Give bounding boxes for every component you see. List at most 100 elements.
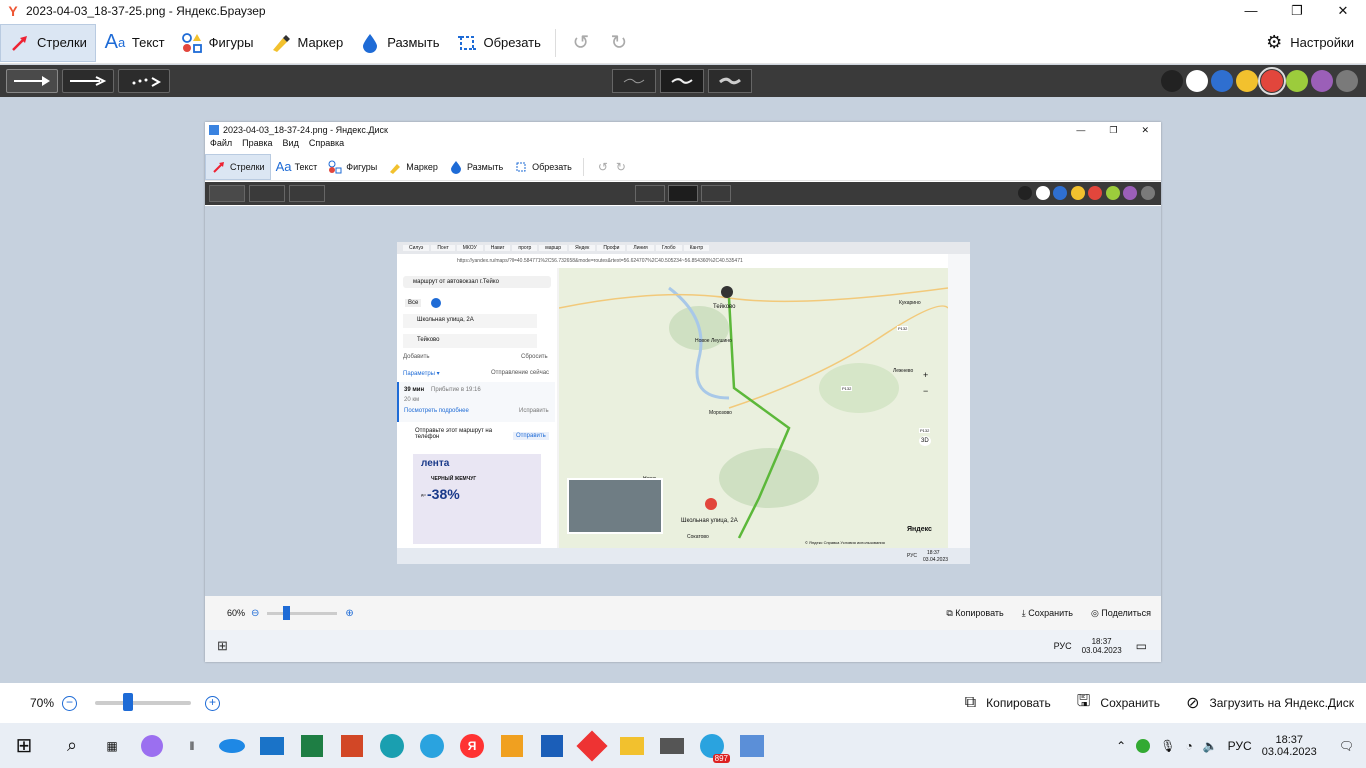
inner-toolbar: Стрелки Aa Текст Фигуры Маркер Размыть Об… [205, 153, 1161, 181]
line-thin[interactable] [612, 69, 656, 93]
tray-lang[interactable]: РУС [1228, 739, 1252, 753]
map-label-school: Школьная улица, 2А [681, 518, 738, 524]
map-brand: Яндекс [907, 526, 932, 533]
browser-tab: Кантр [683, 245, 710, 251]
tool-shapes[interactable]: Фигуры [173, 24, 262, 62]
arrow-style-solid[interactable] [6, 69, 58, 93]
taskbar-app-yandex[interactable]: Я [452, 726, 492, 766]
map-label-novoe: Новое Леушино [695, 338, 732, 344]
tool-blur[interactable]: Размыть [351, 24, 447, 62]
save-label: Сохранить [1100, 696, 1161, 710]
car-icon [431, 298, 442, 308]
alice-button[interactable] [132, 726, 172, 766]
yandex-browser-icon: Y [8, 3, 18, 19]
taskbar-app-outlook[interactable] [492, 726, 532, 766]
start-button[interactable]: ⊞ [4, 726, 44, 766]
tray-app-icon[interactable] [1136, 738, 1151, 753]
alice-icon [141, 734, 163, 757]
transport-modes: Все [405, 298, 442, 308]
zoom-out-button[interactable]: − [62, 695, 78, 711]
taskbar-app-edge[interactable] [372, 726, 412, 766]
taskbar-app-mail[interactable] [252, 726, 292, 766]
inner-time: 18:37 [1091, 637, 1112, 646]
browser-tab: Профи [597, 245, 626, 251]
inner-tool-marker: Маркер [382, 154, 443, 180]
tool-text[interactable]: Aa Текст [96, 24, 173, 62]
taskbar-app-powerpoint[interactable] [332, 726, 372, 766]
zoom-slider[interactable] [95, 693, 192, 711]
taskbar-app-telegram-2[interactable]: 897 [692, 726, 732, 766]
copy-label: Копировать [986, 696, 1051, 710]
settings-button[interactable]: ⚙ Настройки [1266, 32, 1354, 53]
taskbar-app-anydesk[interactable] [572, 726, 612, 766]
tray-chevron-up-icon[interactable]: ⌃ [1116, 739, 1126, 753]
panorama-preview [567, 478, 663, 534]
search-button[interactable]: ⌕ [52, 726, 92, 766]
windows-start-icon: ⊞ [15, 735, 33, 757]
copy-button[interactable]: ⧉ Копировать [965, 694, 1051, 712]
taskbar-app-screenshot[interactable] [732, 726, 772, 766]
map-label-morozovo: Морозово [709, 410, 732, 416]
tool-crop[interactable]: Обрезать [448, 24, 549, 62]
inner-options-bar [205, 182, 1161, 205]
arrow-style-thin[interactable] [62, 69, 114, 93]
taskbar-app-telegram[interactable] [412, 726, 452, 766]
color-swatch[interactable] [1336, 70, 1358, 92]
save-button[interactable]: 🖫 Сохранить [1077, 690, 1160, 717]
clock[interactable]: 18:37 03.04.2023 [1262, 734, 1317, 758]
route-reset-link: Сбросить [521, 354, 548, 360]
save-icon: 🖫 [1076, 692, 1091, 710]
route-depart-label: Отправление сейчас [491, 370, 550, 376]
inner-title-bar: 2023-04-03_18-37-24.png - Яндекс.Диск — … [205, 122, 1161, 138]
screenshot-app-icon [740, 734, 764, 757]
close-button[interactable]: ✕ [1320, 3, 1366, 19]
upload-disk-button[interactable]: ⊘ Загрузить на Яндекс.Диск [1186, 693, 1354, 713]
road-badge: Р132 [897, 326, 909, 331]
network-icon[interactable]: ◔ [1185, 739, 1192, 753]
tool-marker[interactable]: Маркер [261, 24, 351, 62]
line-medium[interactable] [660, 69, 704, 93]
inner-zoom-value: 60% [227, 608, 246, 618]
taskbar-app-excel[interactable] [292, 726, 332, 766]
color-swatch[interactable] [1286, 70, 1308, 92]
inner-color-swatch [1123, 186, 1137, 200]
inner-arrow-style-solid [209, 185, 245, 202]
zoom-in-button[interactable]: + [205, 695, 221, 711]
line-thick[interactable] [708, 69, 752, 93]
color-swatch[interactable] [1186, 70, 1208, 92]
tool-text-label: Текст [131, 35, 165, 50]
taskbar-app-word[interactable] [532, 726, 572, 766]
color-swatch[interactable] [1311, 70, 1333, 92]
task-view-button[interactable]: ▦ [92, 726, 132, 766]
restore-button[interactable]: ❐ [1274, 3, 1320, 19]
undo-button[interactable]: ↺ [562, 24, 600, 62]
undo-icon: ↺ [597, 159, 608, 174]
tool-arrows[interactable]: Стрелки [0, 23, 96, 62]
color-swatch[interactable] [1258, 67, 1286, 95]
arrow-style-dotted[interactable] [118, 69, 170, 93]
volume-icon[interactable]: 🔈 [1203, 739, 1218, 753]
notification-icon[interactable]: 🗨 [1339, 739, 1354, 753]
taskbar-app-scanner[interactable] [652, 726, 692, 766]
redo-button[interactable]: ↻ [600, 24, 638, 62]
color-swatch[interactable] [1161, 70, 1183, 92]
screenshot-image: 2023-04-03_18-37-24.png - Яндекс.Диск — … [205, 122, 1161, 662]
blur-icon [359, 32, 381, 54]
tool-crop-label: Обрезать [483, 35, 541, 50]
minimize-button[interactable]: — [1228, 3, 1274, 19]
zoom-slider-handle[interactable] [123, 693, 134, 711]
arrow-icon [9, 32, 31, 54]
inner-menu-view: Вид [282, 138, 299, 148]
microphone-icon[interactable]: 🎙 [1160, 739, 1175, 753]
inner-tool-text: Aa Текст [271, 154, 323, 180]
route-duration: 39 мин [404, 387, 425, 393]
mode-all: Все [405, 299, 422, 307]
blur-icon [448, 159, 464, 175]
inner-tool-shapes: Фигуры [322, 154, 382, 180]
crop-icon [456, 32, 478, 54]
taskbar-app-explorer[interactable] [612, 726, 652, 766]
color-swatch[interactable] [1211, 70, 1233, 92]
browser-tab: Навиг [484, 245, 511, 251]
taskbar-app-browser[interactable] [212, 726, 252, 766]
color-swatch[interactable] [1236, 70, 1258, 92]
